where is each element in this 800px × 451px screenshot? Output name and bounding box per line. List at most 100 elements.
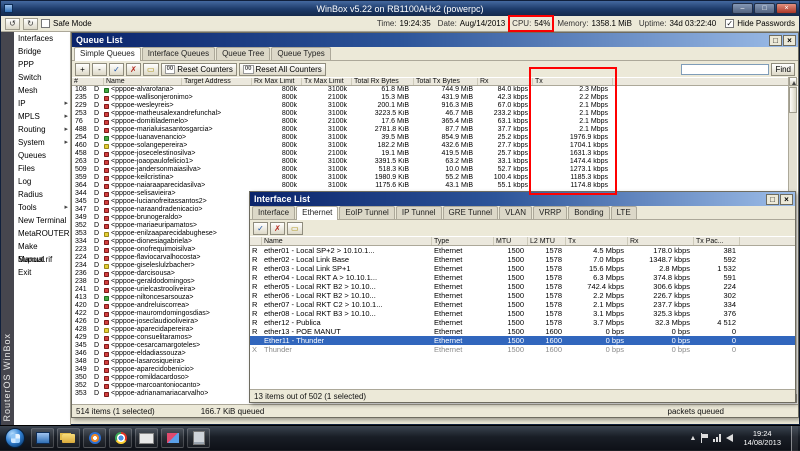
- redo-icon[interactable]: ↻: [23, 18, 38, 30]
- sidebar-item[interactable]: Radius: [14, 188, 70, 201]
- queue-row[interactable]: 460 D <pppoe-solangepereira> 800k 3100k …: [72, 142, 798, 150]
- column-header[interactable]: Total Rx Bytes: [352, 78, 414, 85]
- safe-mode-checkbox[interactable]: [41, 19, 50, 28]
- undo-icon[interactable]: ↺: [5, 18, 20, 30]
- interface-row[interactable]: X Thunder Ethernet 1500 1600 0 bps 0 bps…: [250, 345, 795, 354]
- column-header[interactable]: Tx Max Limit: [302, 78, 352, 85]
- sidebar-item[interactable]: Routing ▸: [14, 123, 70, 136]
- taskbar-app-icon[interactable]: [31, 428, 54, 448]
- scroll-up-icon[interactable]: [789, 77, 797, 86]
- restore-icon[interactable]: □: [769, 35, 782, 46]
- sidebar-item[interactable]: Files: [14, 162, 70, 175]
- sidebar-item[interactable]: IP ▸: [14, 97, 70, 110]
- taskbar-app-icon[interactable]: [161, 428, 184, 448]
- show-desktop-button[interactable]: [791, 426, 798, 451]
- tab[interactable]: Bonding: [568, 206, 609, 219]
- toolbar-icon-button[interactable]: ▭: [287, 222, 303, 235]
- close-icon[interactable]: ×: [783, 35, 796, 46]
- tab[interactable]: EoIP Tunnel: [339, 206, 394, 219]
- toolbar-icon-button[interactable]: ✗: [126, 63, 141, 76]
- tab[interactable]: Ethernet: [296, 206, 338, 220]
- queue-row[interactable]: 254 D <pppoe-luanavenancio> 800k 3100k 3…: [72, 134, 798, 142]
- sidebar-item[interactable]: Switch: [14, 71, 70, 84]
- column-header[interactable]: Tx Pac...: [694, 237, 740, 245]
- taskbar-app-icon[interactable]: [57, 428, 80, 448]
- column-header[interactable]: Total Tx Bytes: [414, 78, 478, 85]
- sidebar-item[interactable]: Exit: [14, 266, 70, 279]
- interface-row[interactable]: R ether03 - Local Link SP+1 Ethernet 150…: [250, 264, 795, 273]
- tray-expand-icon[interactable]: ▲: [690, 435, 697, 442]
- queue-row[interactable]: 263 D <pppoe-joaopaulofelicio1> 800k 310…: [72, 158, 798, 166]
- action-center-icon[interactable]: [701, 433, 708, 443]
- toolbar-icon-button[interactable]: ▭: [143, 63, 159, 76]
- find-button[interactable]: Find: [771, 63, 795, 76]
- queue-row[interactable]: 108 D <pppoe-alvarofaria> 800k 3100k 61.…: [72, 86, 798, 94]
- hide-passwords-checkbox[interactable]: ✓: [725, 19, 734, 28]
- interface-row[interactable]: R ether07 - Local RKT C2 > 10.10.1... Et…: [250, 300, 795, 309]
- sidebar-item[interactable]: Bridge: [14, 45, 70, 58]
- column-header[interactable]: Name: [262, 237, 432, 245]
- tab[interactable]: Simple Queues: [74, 47, 141, 61]
- tab[interactable]: Queue Types: [271, 47, 330, 60]
- interface-list-titlebar[interactable]: Interface List □ ×: [250, 192, 795, 206]
- queue-row[interactable]: 458 D <pppoe-josecelestinosilva> 800k 21…: [72, 150, 798, 158]
- toolbar-icon-button[interactable]: ✓: [253, 222, 268, 235]
- sidebar-item[interactable]: Log: [14, 175, 70, 188]
- maximize-button[interactable]: □: [754, 3, 775, 14]
- queue-row[interactable]: 229 D <pppoe-wesleyreis> 800k 3100k 200.…: [72, 102, 798, 110]
- interface-row[interactable]: R ether12 - Publica Ethernet 1500 1578 3…: [250, 318, 795, 327]
- column-header[interactable]: #: [72, 78, 104, 85]
- taskbar-app-icon[interactable]: [135, 428, 158, 448]
- queue-list-titlebar[interactable]: Queue List □ ×: [72, 33, 798, 47]
- sidebar-item[interactable]: Interfaces: [14, 32, 70, 45]
- column-header[interactable]: Tx: [533, 78, 613, 85]
- close-button[interactable]: ×: [776, 3, 797, 14]
- column-header[interactable]: Rx: [628, 237, 694, 245]
- column-header[interactable]: Type: [432, 237, 494, 245]
- sidebar-item[interactable]: Mesh: [14, 84, 70, 97]
- queue-row[interactable]: 235 D <pppoe-wallisonjeronimo> 800k 2100…: [72, 94, 798, 102]
- interface-row[interactable]: R ether05 - Local RKT B2 > 10.10... Ethe…: [250, 282, 795, 291]
- sidebar-item[interactable]: System ▸: [14, 136, 70, 149]
- start-button[interactable]: [5, 428, 25, 448]
- taskbar-app-icon[interactable]: [83, 428, 106, 448]
- restore-icon[interactable]: □: [766, 194, 779, 205]
- interface-row[interactable]: R ether06 - Local RKT B2 > 10.10... Ethe…: [250, 291, 795, 300]
- reset-counters-button[interactable]: 00 Reset Counters: [161, 63, 237, 76]
- network-icon[interactable]: [713, 434, 721, 442]
- column-header[interactable]: Tx: [566, 237, 628, 245]
- queue-row[interactable]: 509 D <pppoe-jandersonmaiasilva> 800k 31…: [72, 166, 798, 174]
- sidebar-item[interactable]: Make Supout.rif: [14, 240, 70, 253]
- column-header[interactable]: Name: [104, 78, 182, 85]
- sidebar-item[interactable]: New Terminal: [14, 214, 70, 227]
- tab[interactable]: LTE: [611, 206, 637, 219]
- interface-row[interactable]: R ether13 - POE MANUT Ethernet 1500 1600…: [250, 327, 795, 336]
- taskbar-app-icon[interactable]: [109, 428, 132, 448]
- close-icon[interactable]: ×: [780, 194, 793, 205]
- queue-row[interactable]: 76 D <pppoe-domitilademelo> 800k 2100k 1…: [72, 118, 798, 126]
- interface-row[interactable]: R ether02 - Local Link Base Ethernet 150…: [250, 255, 795, 264]
- tab[interactable]: VLAN: [499, 206, 532, 219]
- sidebar-item[interactable]: Queues: [14, 149, 70, 162]
- toolbar-icon-button[interactable]: +: [75, 63, 90, 76]
- column-header[interactable]: Rx: [478, 78, 533, 85]
- sidebar-item[interactable]: PPP: [14, 58, 70, 71]
- interface-row[interactable]: R ether08 - Local RKT B3 > 10.10... Ethe…: [250, 309, 795, 318]
- column-header[interactable]: Rx Max Limit: [252, 78, 302, 85]
- queue-row[interactable]: 359 D <pppoe-keilcristina> 800k 3100k 19…: [72, 174, 798, 182]
- interface-row[interactable]: R ether01 - Local SP+2 > 10.10.1... Ethe…: [250, 246, 795, 255]
- tab[interactable]: Queue Tree: [216, 47, 270, 60]
- column-header[interactable]: Target Address: [182, 78, 252, 85]
- window-titlebar[interactable]: WinBox v5.22 on RB1100AHx2 (powerpc) – □…: [1, 1, 799, 16]
- interface-row[interactable]: R ether04 - Local RKT A > 10.10.1... Eth…: [250, 273, 795, 282]
- tab[interactable]: VRRP: [533, 206, 567, 219]
- volume-icon[interactable]: [726, 434, 733, 442]
- taskbar-clock[interactable]: 19:24 14/08/2013: [738, 429, 786, 447]
- toolbar-icon-button[interactable]: -: [92, 63, 107, 76]
- column-header[interactable]: MTU: [494, 237, 528, 245]
- column-header[interactable]: [250, 237, 262, 245]
- minimize-button[interactable]: –: [732, 3, 753, 14]
- interface-row[interactable]: Ether11 - Thunder Ethernet 1500 1600 0 b…: [250, 336, 795, 345]
- tab[interactable]: Interface Queues: [142, 47, 215, 60]
- find-input[interactable]: [681, 64, 769, 75]
